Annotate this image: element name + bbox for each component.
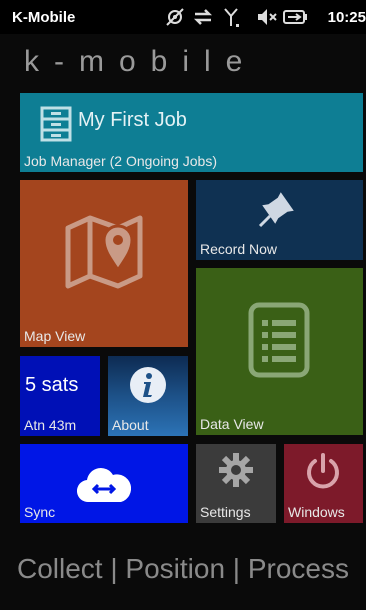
list-document-icon xyxy=(248,302,310,378)
record-now-label: Record Now xyxy=(200,241,278,257)
antenna-height-label: Atn 43m xyxy=(24,417,77,433)
speaker-muted-icon xyxy=(258,9,277,25)
pushpin-icon xyxy=(258,192,294,228)
power-icon xyxy=(307,453,339,489)
signal-icon xyxy=(224,8,239,27)
map-view-label: Map View xyxy=(24,328,86,344)
about-tile[interactable]: About xyxy=(108,356,188,436)
settings-label: Settings xyxy=(200,504,251,520)
map-view-tile[interactable]: Map View xyxy=(20,180,188,347)
map-pin-icon xyxy=(65,215,143,289)
record-now-tile[interactable]: Record Now xyxy=(196,180,363,260)
app-title: K-Mobile xyxy=(12,9,76,26)
tagline: Collect | Position | Process xyxy=(16,553,349,584)
info-icon xyxy=(130,367,166,403)
data-view-label: Data View xyxy=(200,416,264,432)
clock: 10:25 xyxy=(327,9,366,26)
data-view-tile[interactable]: Data View xyxy=(196,268,363,435)
battery-charging-icon xyxy=(283,10,307,24)
sync-tile[interactable]: Sync xyxy=(20,444,188,523)
job-manager-label: Job Manager (2 Ongoing Jobs) xyxy=(24,153,217,169)
satellite-count: 5 sats xyxy=(25,374,79,396)
brand-title: k-mobile xyxy=(24,45,258,78)
satellites-tile[interactable]: 5 sats Atn 43m xyxy=(20,356,100,436)
data-transfer-icon xyxy=(193,9,213,25)
settings-tile[interactable]: Settings xyxy=(196,444,276,523)
sync-label: Sync xyxy=(24,504,56,520)
about-label: About xyxy=(112,417,149,433)
gear-icon xyxy=(219,453,253,487)
filing-cabinet-icon xyxy=(40,106,72,142)
gps-off-icon xyxy=(166,8,184,26)
windows-tile[interactable]: Windows xyxy=(284,444,363,523)
job-manager-tile[interactable]: My First Job Job Manager (2 Ongoing Jobs… xyxy=(20,93,363,172)
cloud-sync-icon xyxy=(77,467,131,503)
status-bar: K-Mobile 10:25 xyxy=(0,0,366,34)
windows-label: Windows xyxy=(288,504,345,520)
job-title: My First Job xyxy=(78,109,187,131)
